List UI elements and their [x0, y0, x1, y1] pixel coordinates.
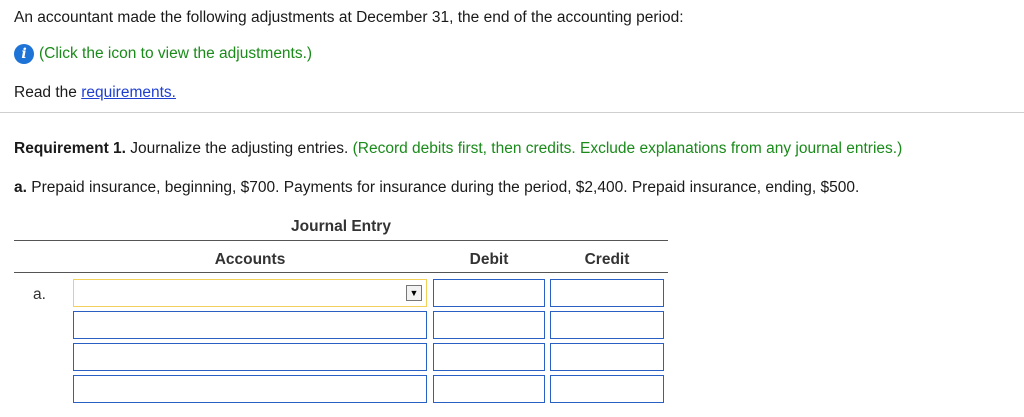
- part-a-description: a. Prepaid insurance, beginning, $700. P…: [14, 179, 859, 197]
- requirement-1-text: Journalize the adjusting entries.: [125, 140, 349, 157]
- credit-header: Credit: [584, 251, 630, 268]
- info-icon[interactable]: i: [14, 44, 34, 64]
- read-prefix: Read the: [14, 84, 82, 101]
- divider: [0, 112, 1024, 113]
- credit-input-4[interactable]: [550, 375, 664, 403]
- debit-input-3[interactable]: [433, 343, 545, 371]
- triangle-down-icon[interactable]: ▼: [406, 285, 422, 301]
- account-input-4[interactable]: [73, 375, 427, 403]
- info-row: i (Click the icon to view the adjustment…: [14, 44, 312, 64]
- debit-input-4[interactable]: [433, 375, 545, 403]
- requirement-1: Requirement 1. Journalize the adjusting …: [14, 140, 902, 158]
- requirement-1-label: Requirement 1.: [14, 140, 126, 157]
- account-select-1[interactable]: ▼: [73, 279, 427, 307]
- requirement-1-instructions: (Record debits first, then credits. Excl…: [348, 140, 903, 157]
- accounts-header: Accounts: [214, 251, 286, 268]
- view-adjustments-link[interactable]: (Click the icon to view the adjustments.…: [39, 45, 312, 63]
- requirements-link[interactable]: requirements.: [81, 84, 176, 101]
- part-a-label: a.: [14, 179, 27, 196]
- debit-header: Debit: [469, 251, 509, 268]
- account-input-2[interactable]: [73, 311, 427, 339]
- journal-entry-title: Journal Entry: [291, 218, 391, 235]
- journal-top-rule: [14, 240, 668, 241]
- credit-input-1[interactable]: [550, 279, 664, 307]
- journal-header-rule: [14, 272, 668, 273]
- account-input-3[interactable]: [73, 343, 427, 371]
- debit-input-1[interactable]: [433, 279, 545, 307]
- debit-input-2[interactable]: [433, 311, 545, 339]
- credit-input-3[interactable]: [550, 343, 664, 371]
- credit-input-2[interactable]: [550, 311, 664, 339]
- intro-text: An accountant made the following adjustm…: [14, 9, 684, 26]
- part-a-text: Prepaid insurance, beginning, $700. Paym…: [26, 179, 860, 196]
- read-requirements: Read the requirements.: [14, 84, 176, 102]
- row-label-a: a.: [33, 286, 46, 303]
